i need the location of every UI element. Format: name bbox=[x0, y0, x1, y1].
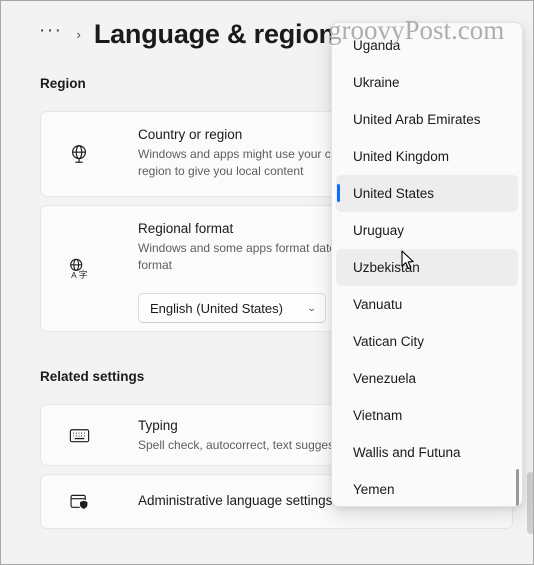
dropdown-item-label: Ukraine bbox=[353, 75, 400, 90]
dropdown-item[interactable]: Vatican City bbox=[336, 323, 518, 360]
dropdown-item-label: United Kingdom bbox=[353, 149, 450, 164]
section-heading-region: Region bbox=[40, 76, 86, 91]
language-globe-icon: A 字 bbox=[62, 206, 96, 331]
dropdown-item-label: United Arab Emirates bbox=[353, 112, 481, 127]
page-title: Language & region bbox=[93, 18, 335, 49]
breadcrumb-overflow-button[interactable]: ··· bbox=[39, 21, 62, 48]
dropdown-item[interactable]: Ukraine bbox=[336, 64, 518, 101]
dropdown-item-label: Uzbekistan bbox=[353, 260, 420, 275]
dropdown-item-label: Uruguay bbox=[353, 223, 405, 238]
settings-window: ··· › Language & region Region Country o… bbox=[0, 0, 534, 565]
dropdown-item[interactable]: Uganda bbox=[336, 27, 518, 64]
dropdown-item[interactable]: Yemen bbox=[336, 471, 518, 506]
dropdown-item-label: Vanuatu bbox=[353, 297, 403, 312]
breadcrumb-separator-icon: › bbox=[76, 26, 81, 42]
regional-format-value: English (United States) bbox=[150, 300, 283, 316]
country-or-region-dropdown[interactable]: Uganda Ukraine United Arab Emirates United … bbox=[331, 22, 523, 507]
dropdown-item[interactable]: United Arab Emirates bbox=[336, 101, 518, 138]
globe-icon bbox=[62, 112, 96, 196]
section-heading-related-settings: Related settings bbox=[40, 369, 145, 384]
dropdown-scrollbar-thumb[interactable] bbox=[516, 469, 519, 506]
chevron-down-icon: ⌄ bbox=[307, 302, 318, 313]
dropdown-item[interactable]: Vietnam bbox=[336, 397, 518, 434]
admin-shield-icon bbox=[62, 475, 96, 528]
country-list[interactable]: Uganda Ukraine United Arab Emirates United … bbox=[332, 27, 522, 502]
dropdown-item[interactable]: Uruguay bbox=[336, 212, 518, 249]
regional-format-combobox[interactable]: English (United States) ⌄ bbox=[138, 293, 326, 323]
dropdown-item-label: Venezuela bbox=[353, 371, 417, 386]
dropdown-item-label: Yemen bbox=[353, 482, 395, 497]
dropdown-item-label: United States bbox=[353, 186, 435, 201]
svg-text:A: A bbox=[71, 269, 77, 279]
dropdown-item-label: Uganda bbox=[353, 38, 401, 53]
dropdown-item[interactable]: Uzbekistan bbox=[336, 249, 518, 286]
svg-text:字: 字 bbox=[79, 268, 88, 279]
dropdown-item-label: Wallis and Futuna bbox=[353, 445, 461, 460]
dropdown-item-label: Vietnam bbox=[353, 408, 403, 423]
breadcrumb: ··· › Language & region bbox=[39, 13, 335, 55]
dropdown-item[interactable]: United Kingdom bbox=[336, 138, 518, 175]
dropdown-item[interactable]: United States bbox=[336, 175, 518, 212]
dropdown-item[interactable]: Vanuatu bbox=[336, 286, 518, 323]
dropdown-item-label: Vatican City bbox=[353, 334, 425, 349]
dropdown-item[interactable]: Venezuela bbox=[336, 360, 518, 397]
keyboard-icon bbox=[62, 405, 96, 465]
dropdown-item[interactable]: Wallis and Futuna bbox=[336, 434, 518, 471]
page-scrollbar-thumb[interactable] bbox=[527, 472, 533, 534]
